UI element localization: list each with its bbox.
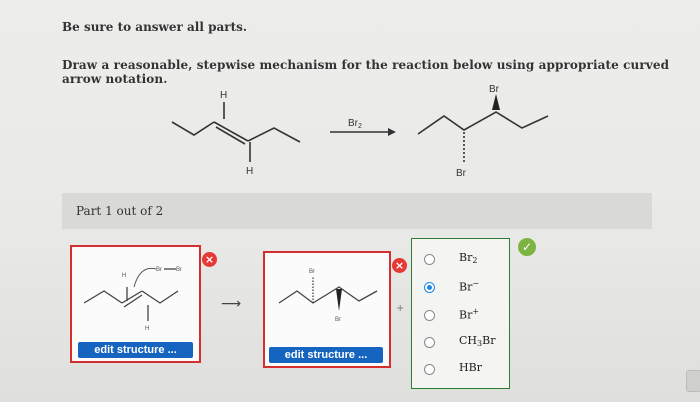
reactant-double-bond <box>213 121 249 142</box>
structure-2-drawing: Br Br <box>278 269 378 323</box>
choice-label: CH3Br <box>459 334 496 348</box>
incorrect-icon: × <box>202 252 217 267</box>
reactant-chain-right <box>247 127 301 143</box>
choice-label: Br2 <box>459 251 478 265</box>
reaction-arrowhead <box>388 128 396 136</box>
structure-1-H-bottom: H <box>145 326 149 332</box>
structure-2-Br-bottom: Br <box>335 317 341 323</box>
incorrect-icon: × <box>392 258 407 273</box>
instruction-line-2: Draw a reasonable, stepwise mechanism fo… <box>62 58 670 86</box>
reaction-scheme: H H Br2 Br Br <box>171 84 549 179</box>
radio-button[interactable] <box>424 254 435 265</box>
product-top-Br: Br <box>489 84 500 95</box>
radio-button[interactable] <box>424 310 435 321</box>
structure-box-2[interactable]: Br Br edit structure ... <box>263 251 391 368</box>
instruction-line-1: Be sure to answer all parts. <box>62 20 248 34</box>
reactant-chain-left <box>171 121 215 136</box>
choice-label: Br− <box>459 279 480 294</box>
structure-1-Br-2: Br <box>176 267 182 273</box>
product-chain <box>417 111 549 135</box>
plus-sign: + <box>396 303 405 314</box>
part-header: Part 1 out of 2 <box>62 193 652 229</box>
reactant-bottom-H: H <box>246 166 253 177</box>
radio-button[interactable] <box>424 337 435 348</box>
correct-check-icon: ✓ <box>518 238 536 256</box>
edit-structure-button-1[interactable]: edit structure ... <box>78 342 193 358</box>
choice-label: Br+ <box>459 307 480 322</box>
choice-br-anion[interactable]: Br− <box>424 279 506 299</box>
scroll-handle[interactable] <box>686 370 700 392</box>
step-arrow: ⟶ <box>221 296 242 312</box>
choice-br-cation[interactable]: Br+ <box>424 307 506 327</box>
edit-structure-button-2[interactable]: edit structure ... <box>269 347 383 363</box>
radio-button-selected[interactable] <box>424 282 435 293</box>
choice-br2[interactable]: Br2 <box>424 251 506 271</box>
part-label: Part 1 out of 2 <box>76 204 164 218</box>
radio-button[interactable] <box>424 364 435 375</box>
product-wedge-bond <box>492 94 500 110</box>
answer-choice-list: Br2 Br− Br+ CH3Br HBr <box>411 238 510 389</box>
choice-label: HBr <box>459 361 482 374</box>
product-bottom-Br: Br <box>456 168 467 179</box>
structure-1-drawing: H H Br Br <box>83 267 182 332</box>
page: Be sure to answer all parts. Draw a reas… <box>0 0 700 402</box>
choice-ch3br[interactable]: CH3Br <box>424 334 506 354</box>
structure-2-Br-top: Br <box>309 269 315 275</box>
reactant-top-H: H <box>220 90 227 101</box>
choice-hbr[interactable]: HBr <box>424 361 506 381</box>
structure-1-H-left: H <box>122 273 126 279</box>
structure-box-1[interactable]: H H Br Br edit structure ... <box>70 245 201 363</box>
reagent-label: Br2 <box>348 118 362 130</box>
structure-1-Br-1: Br <box>156 267 162 273</box>
